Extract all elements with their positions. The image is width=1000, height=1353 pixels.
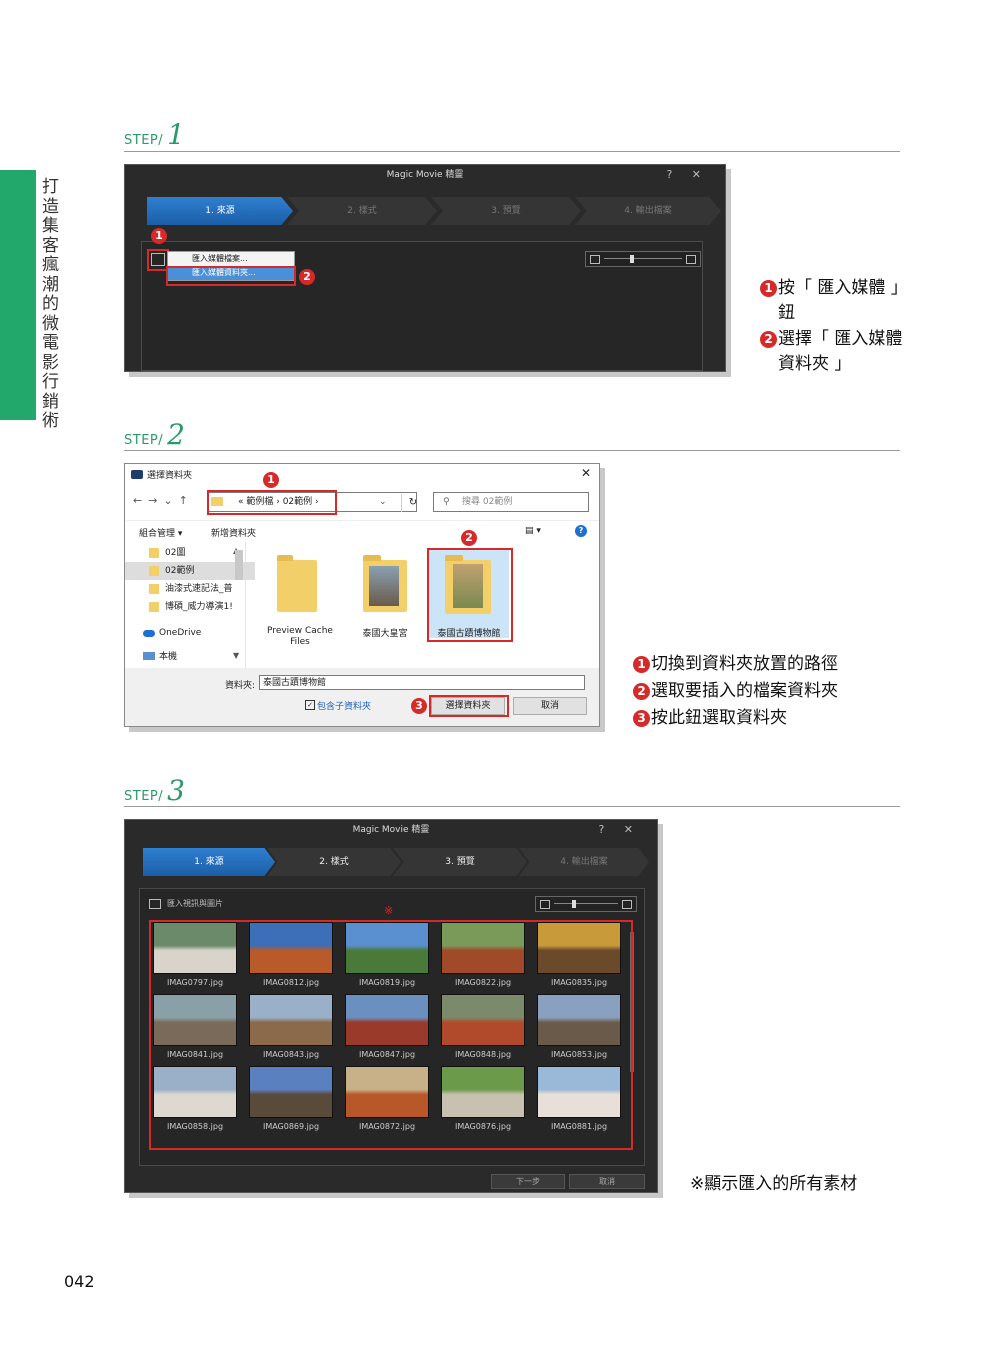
tab-style[interactable]: 2. 樣式 — [287, 197, 437, 225]
include-subfolders-label[interactable]: 包含子資料夾 — [317, 699, 371, 712]
magic-movie-window-step3: Magic Movie 精靈 ? ✕ 1. 來源 2. 樣式 3. 預覽 4. … — [124, 819, 658, 1193]
folder-label-grand-palace[interactable]: 泰國大皇宮 — [355, 626, 415, 639]
small-view-icon — [590, 255, 600, 264]
large-view-icon — [686, 255, 696, 264]
step3-divider — [124, 806, 900, 807]
window-title: Magic Movie 精靈 — [352, 825, 430, 835]
step1-divider — [124, 151, 900, 152]
step2-callout-1: 1 切換到資料夾放置的路徑 — [633, 652, 893, 677]
step3-heading: STEP/3 — [124, 774, 186, 807]
menu-import-files[interactable]: 匯入媒體檔案... — [168, 252, 294, 266]
chapter-side-tab — [0, 170, 36, 420]
folder-icon-preview-cache[interactable] — [277, 555, 317, 612]
step1-callout-2: 2 選擇「 匯入媒體 資料夾 」 — [760, 327, 910, 377]
step2-divider — [124, 450, 900, 451]
page-number: 042 — [64, 1272, 95, 1291]
magic-movie-window-step1: Magic Movie 精靈 ? ✕ 1. 來源 2. 樣式 3. 預覽 4. … — [124, 164, 726, 372]
highlight-path — [207, 490, 337, 515]
folder-field-label: 資料夾: — [225, 681, 256, 691]
folder-label-preview-cache[interactable]: Preview Cache Files — [265, 626, 335, 648]
refresh-icon[interactable]: ↻ — [401, 494, 424, 512]
tab-source[interactable]: 1. 來源 — [143, 848, 275, 876]
tab-output[interactable]: 4. 輸出檔案 — [519, 848, 649, 876]
window-controls[interactable]: ? ✕ — [598, 820, 641, 840]
window-title: Magic Movie 精靈 — [386, 170, 464, 180]
import-label[interactable]: 匯入視訊與圖片 — [167, 898, 223, 909]
step1-heading: STEP/1 — [124, 118, 186, 151]
dialog-close-button[interactable]: ✕ — [581, 466, 591, 480]
small-view-icon — [540, 900, 550, 909]
zoom-slider[interactable] — [535, 896, 637, 912]
chapter-title-vertical: 打造集客瘋潮的微電影行銷術 — [42, 177, 59, 431]
highlight-import-folder — [166, 266, 296, 286]
tab-preview[interactable]: 3. 預覽 — [431, 197, 581, 225]
app-icon — [131, 470, 143, 479]
tab-output[interactable]: 4. 輸出檔案 — [575, 197, 721, 225]
dialog-title: 選擇資料夾 — [147, 471, 193, 481]
highlight-folder — [427, 548, 513, 642]
window-titlebar: Magic Movie 精靈 ? ✕ — [125, 165, 725, 185]
include-subfolders-checkbox[interactable]: ✓ — [305, 700, 315, 710]
tab-source[interactable]: 1. 來源 — [147, 197, 293, 225]
step2-callouts: 1 切換到資料夾放置的路徑 2 選取要插入的檔案資料夾 3 按此鈕選取資料夾 — [633, 652, 893, 731]
view-options-icon[interactable]: ▤ ▾ — [525, 526, 541, 536]
slider-knob[interactable] — [630, 255, 634, 263]
window-titlebar: Magic Movie 精靈 ? ✕ — [125, 820, 657, 840]
step2-heading: STEP/2 — [124, 418, 186, 451]
cancel-button[interactable]: 取消 — [513, 697, 587, 715]
import-icon[interactable] — [149, 899, 161, 909]
folder-name-input[interactable]: 泰國古蹟博物館 — [259, 675, 585, 690]
window-controls[interactable]: ? ✕ — [666, 165, 709, 185]
select-folder-dialog: 選擇資料夾 ✕ ←→⌄↑ « 範例檔 › 02範例 › 1 ⌄ ↻ 搜尋 02範… — [124, 463, 600, 727]
badge-1: 1 — [151, 228, 167, 244]
search-icon: ⚲ — [443, 497, 450, 507]
step2-callout-2: 2 選取要插入的檔案資料夾 — [633, 679, 893, 704]
tab-style[interactable]: 2. 樣式 — [267, 848, 401, 876]
nav-arrows[interactable]: ←→⌄↑ — [133, 494, 194, 507]
badge-2: 2 — [299, 269, 315, 285]
cancel-button[interactable]: 取消 — [569, 1174, 645, 1189]
large-view-icon — [622, 900, 632, 909]
help-icon[interactable]: ? — [575, 525, 587, 537]
reference-mark: ※ — [384, 904, 394, 917]
highlight-select-button — [429, 695, 509, 717]
slider-knob[interactable] — [572, 900, 576, 908]
badge-3: 3 — [411, 698, 427, 714]
nav-item-onedrive[interactable]: OneDrive — [125, 624, 249, 642]
organize-menu[interactable]: 組合管理 ▾ — [139, 526, 182, 539]
step2-callout-3: 3 按此鈕選取資料夾 — [633, 706, 893, 731]
next-button[interactable]: 下一步 — [491, 1174, 565, 1189]
zoom-slider[interactable] — [585, 251, 701, 267]
badge-1: 1 — [263, 472, 279, 488]
folder-icon-grand-palace[interactable] — [363, 555, 407, 612]
highlight-all-media — [149, 920, 633, 1150]
nav-item-this-pc[interactable]: 本機 — [125, 648, 249, 666]
tab-preview[interactable]: 3. 預覽 — [393, 848, 527, 876]
step3-callout: ※顯示匯入的所有素材 — [690, 1174, 858, 1194]
scroll-thumb[interactable] — [235, 550, 243, 580]
new-folder-button[interactable]: 新增資料夾 — [211, 526, 256, 539]
badge-2: 2 — [461, 530, 477, 546]
navigation-pane: 02圖 02範例 油漆式速記法_普 博碩_威力導演1! OneDrive 本機 — [125, 542, 255, 668]
step1-callout-1: 1 按「 匯入媒體 」 鈕 — [760, 276, 910, 326]
search-input[interactable]: 搜尋 02範例 — [433, 492, 589, 512]
path-dropdown-icon[interactable]: ⌄ — [379, 497, 387, 507]
